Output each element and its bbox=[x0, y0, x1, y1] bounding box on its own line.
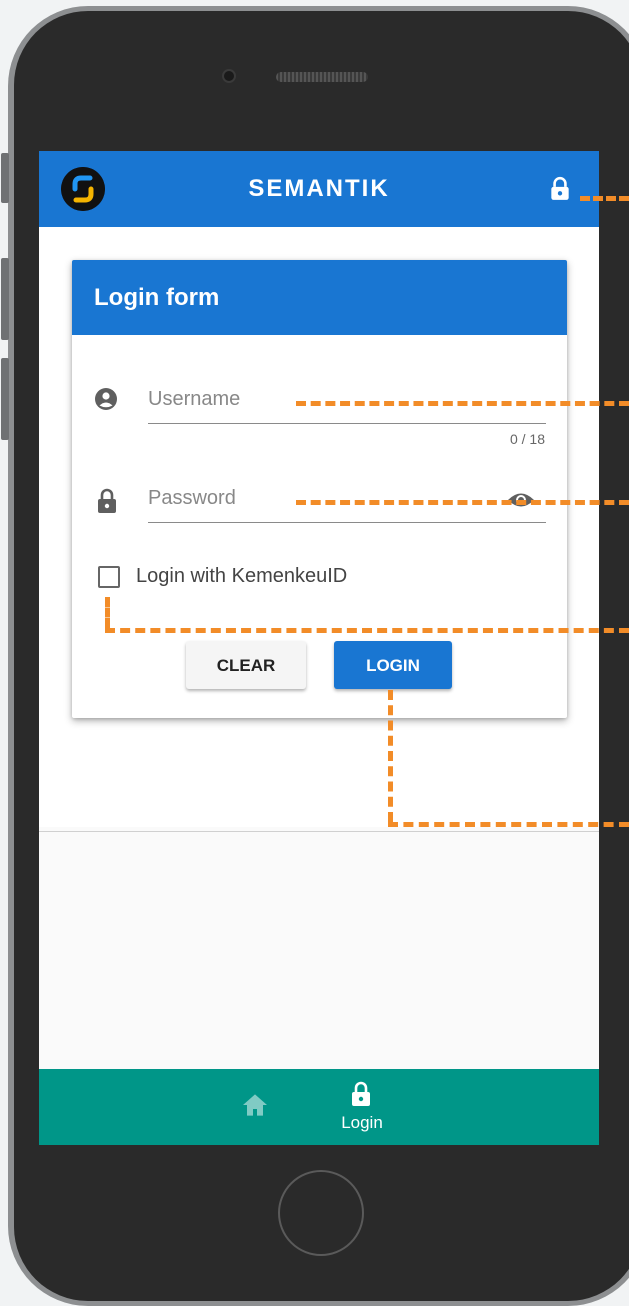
kemenkeuid-checkbox-label[interactable]: Login with KemenkeuID bbox=[136, 565, 347, 588]
content-divider bbox=[39, 831, 599, 832]
earpiece-speaker bbox=[276, 72, 368, 82]
clear-button[interactable]: CLEAR bbox=[186, 641, 306, 689]
username-field-wrap bbox=[148, 388, 546, 424]
password-input[interactable] bbox=[148, 487, 546, 510]
annotation-line-lock bbox=[580, 196, 629, 201]
login-card-header: Login form bbox=[72, 260, 567, 335]
account-circle-icon bbox=[95, 388, 117, 410]
login-button[interactable]: LOGIN bbox=[334, 641, 452, 689]
username-char-counter: 0 / 18 bbox=[509, 431, 545, 447]
lock-icon bbox=[352, 1081, 370, 1106]
app-title: SEMANTIK bbox=[248, 175, 390, 202]
password-underline bbox=[148, 522, 546, 523]
password-field-wrap bbox=[148, 487, 546, 523]
login-form-title: Login form bbox=[94, 284, 220, 311]
username-input[interactable] bbox=[148, 388, 546, 411]
app-bar: SEMANTIK bbox=[39, 151, 599, 227]
lock-icon bbox=[98, 488, 116, 513]
phone-volume-down-button bbox=[1, 358, 9, 440]
home-icon[interactable] bbox=[239, 1089, 271, 1121]
app-screen: SEMANTIK Login form 0 / 18 bbox=[39, 151, 599, 1145]
bottom-navigation: Login bbox=[39, 1069, 599, 1145]
nav-item-login[interactable]: Login bbox=[324, 1069, 400, 1145]
kemenkeuid-checkbox[interactable] bbox=[98, 566, 120, 588]
phone-volume-up-button bbox=[1, 258, 9, 340]
nav-item-login-label: Login bbox=[341, 1113, 383, 1132]
annotation-line-checkbox bbox=[105, 628, 629, 633]
username-underline bbox=[148, 423, 546, 424]
lock-icon[interactable] bbox=[547, 176, 573, 202]
phone-side-button bbox=[1, 153, 9, 203]
annotation-line-username bbox=[296, 401, 629, 406]
login-card: Login form 0 / 18 Login with KemenkeuI bbox=[72, 260, 567, 718]
phone-home-button bbox=[278, 1170, 364, 1256]
front-camera bbox=[222, 69, 236, 83]
annotation-line-checkbox-vertical bbox=[105, 597, 110, 628]
annotation-line-password bbox=[296, 500, 629, 505]
annotation-line-login-vertical bbox=[388, 690, 393, 822]
annotation-line-login bbox=[388, 822, 629, 827]
